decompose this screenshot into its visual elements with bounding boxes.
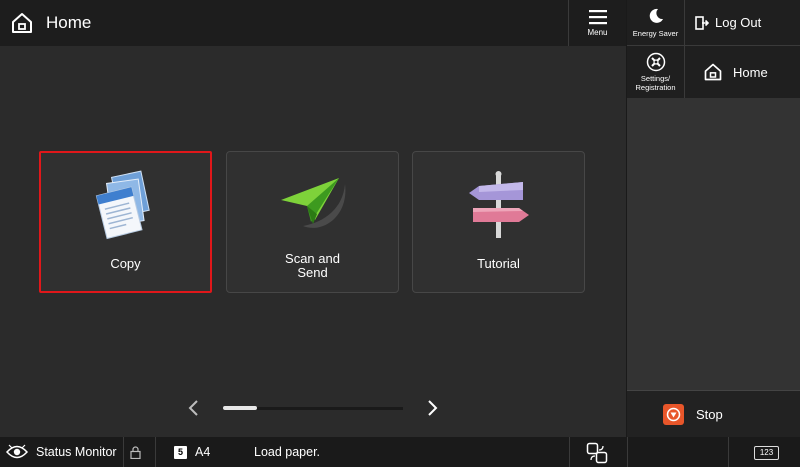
settings-registration-label: Settings/ Registration (635, 74, 676, 92)
copy-documents-icon (95, 170, 150, 240)
energy-saver-button[interactable]: Energy Saver (627, 0, 685, 46)
home-button[interactable] (0, 0, 34, 46)
home-icon (704, 63, 722, 81)
tutorial-tile[interactable]: Tutorial (412, 151, 585, 293)
numeric-keypad-button[interactable]: 123 (754, 446, 779, 460)
lock-icon (130, 446, 141, 459)
paper-plane-icon (280, 178, 345, 228)
page-title: Home (46, 13, 92, 32)
log-out-button[interactable]: Log Out (685, 0, 800, 46)
copy-tile-label: Copy (110, 256, 141, 271)
divider (123, 437, 124, 467)
divider (155, 437, 156, 467)
stop-label: Stop (696, 406, 723, 422)
chevron-right-icon[interactable] (423, 399, 441, 417)
status-monitor-button[interactable]: Status Monitor (36, 445, 117, 459)
logout-door-icon (695, 15, 709, 30)
right-panel: Energy Saver Log Out Settings/ Registrat… (626, 0, 800, 437)
log-out-label: Log Out (715, 15, 762, 30)
divider (627, 437, 628, 467)
tutorial-tile-label: Tutorial (477, 256, 520, 271)
right-home-button[interactable]: Home (685, 46, 800, 98)
stop-hand-icon (666, 407, 681, 421)
divider (728, 437, 729, 467)
menu-label: Menu (587, 28, 608, 37)
chevron-left-icon[interactable] (185, 399, 203, 417)
status-bar: Status Monitor 5 A4 Load paper. 123 (0, 437, 800, 467)
scan-and-send-tile[interactable]: Scan and Send (226, 151, 399, 293)
page-indicator (180, 397, 440, 419)
menu-button[interactable]: Menu (568, 0, 626, 46)
settings-wrench-icon (646, 52, 665, 72)
signpost-icon (468, 171, 529, 238)
stop-button[interactable]: Stop (627, 390, 800, 437)
stop-icon-badge (663, 403, 684, 425)
hamburger-menu-icon (588, 10, 607, 25)
copy-tile[interactable]: Copy (39, 151, 212, 293)
eye-icon[interactable] (6, 443, 28, 461)
device-connect-icon[interactable] (586, 442, 608, 464)
top-bar: Home Menu (0, 0, 626, 46)
page-scroll-track[interactable] (223, 406, 403, 410)
paper-size-label: A4 (195, 445, 211, 459)
energy-saver-label: Energy Saver (632, 28, 679, 38)
page-scroll-thumb[interactable] (223, 406, 257, 410)
moon-icon (649, 8, 663, 23)
home-icon (12, 13, 32, 33)
main-area: Copy Scan and Send Tutorial (0, 46, 626, 437)
status-message: Load paper. (254, 445, 321, 459)
settings-registration-button[interactable]: Settings/ Registration (627, 46, 685, 98)
divider (569, 437, 570, 467)
scan-and-send-tile-label: Scan and Send (285, 251, 340, 280)
right-home-label: Home (733, 64, 768, 80)
paper-tray-badge: 5 (174, 446, 187, 459)
